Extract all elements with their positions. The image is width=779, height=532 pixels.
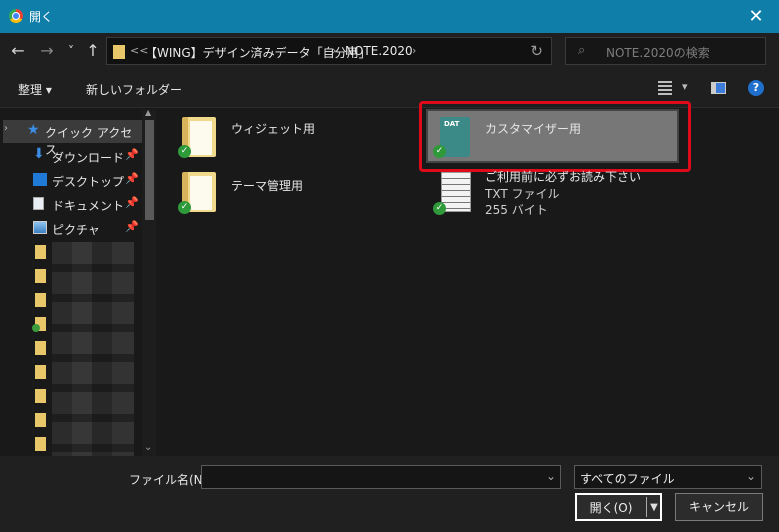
file-type: TXT ファイル [485, 187, 560, 201]
sidebar-item-downloads[interactable]: ⬇ ダウンロード 📌 [0, 145, 150, 167]
title-bar: 開く ✕ [0, 0, 779, 33]
close-button[interactable]: ✕ [733, 0, 779, 33]
view-options-icon[interactable] [658, 81, 672, 95]
chevron-right-icon[interactable]: › [412, 44, 416, 57]
picture-icon [33, 221, 47, 234]
sidebar-item-desktop[interactable]: デスクトップ 📌 [0, 169, 150, 191]
cancel-button[interactable]: キャンセル [675, 493, 763, 521]
history-dropdown[interactable]: ˅ [62, 41, 80, 61]
sync-check-icon: ✓ [178, 145, 191, 158]
desktop-icon [33, 173, 47, 186]
chevron-down-icon[interactable]: ⌄ [546, 469, 556, 483]
organize-menu[interactable]: 整理 ▾ [18, 81, 52, 98]
folder-icon[interactable] [35, 413, 46, 427]
pin-icon: 📌 [125, 196, 139, 209]
sync-check-icon [32, 324, 40, 332]
sidebar-item-label: デスクトップ [52, 175, 125, 189]
folder-icon[interactable] [35, 437, 46, 451]
sidebar-scrollbar[interactable]: ▲ ⌄ [142, 108, 156, 456]
document-icon [33, 197, 44, 210]
folder-icon[interactable] [35, 365, 46, 379]
breadcrumb-parent[interactable]: 【WING】デザイン済みデータ「自分用」 [145, 44, 371, 61]
refresh-icon[interactable]: ↻ [530, 42, 543, 60]
folder-icon[interactable] [35, 293, 46, 307]
pin-icon: 📌 [125, 148, 139, 161]
chrome-icon [9, 9, 23, 23]
pixelated-overlay [52, 242, 134, 460]
chevron-right-icon[interactable]: › [4, 123, 8, 134]
organize-label: 整理 [18, 83, 43, 97]
file-type-select[interactable]: すべてのファイル ⌄ [574, 465, 762, 489]
file-name: テーマ管理用 [231, 179, 304, 193]
file-name: ウィジェット用 [231, 122, 316, 136]
scrollbar-thumb[interactable] [145, 120, 154, 220]
pin-icon: 📌 [125, 220, 139, 233]
forward-button[interactable]: → [38, 41, 56, 61]
help-icon[interactable]: ? [748, 80, 764, 96]
search-icon: ⌕ [578, 43, 586, 58]
navigation-bar: ← → ˅ ↑ << 【WING】デザイン済みデータ「自分用」 › NOTE.2… [0, 33, 779, 70]
folder-icon [113, 45, 125, 59]
sidebar-item-label: ダウンロード [52, 151, 125, 165]
highlight-box [419, 101, 691, 172]
filename-field[interactable]: ⌄ [201, 465, 561, 489]
star-icon: ★ [27, 122, 40, 138]
scroll-up-icon[interactable]: ▲ [145, 108, 151, 117]
window-title: 開く [29, 10, 54, 24]
folder-icon[interactable] [35, 389, 46, 403]
open-label: 開く(O) [589, 501, 633, 515]
sidebar-item-label: ドキュメント [52, 199, 125, 213]
sidebar-item-label: ピクチャ [52, 223, 100, 237]
new-folder-button[interactable]: 新しいフォルダー [86, 81, 182, 98]
folder-icon[interactable] [35, 341, 46, 355]
search-box[interactable]: ⌕ NOTE.2020の検索 [565, 37, 766, 65]
sync-check-icon: ✓ [433, 202, 446, 215]
file-size: 255 バイト [485, 203, 548, 217]
filename-label: ファイル名(N): [129, 473, 212, 487]
chevron-down-icon[interactable]: ⌄ [746, 469, 756, 483]
dialog-footer: ファイル名(N): ⌄ すべてのファイル ⌄ 開く(O) ▼ キャンセル [0, 456, 779, 532]
address-bar[interactable]: << 【WING】デザイン済みデータ「自分用」 › NOTE.2020 › ⌄ … [106, 37, 616, 65]
back-button[interactable]: ← [9, 41, 27, 61]
folder-icon[interactable] [35, 245, 46, 259]
split-divider [646, 497, 647, 517]
sync-check-icon: ✓ [178, 201, 191, 214]
folder-icon[interactable] [35, 269, 46, 283]
chevron-down-icon[interactable]: ▾ [682, 80, 688, 93]
sidebar-item-quick-access[interactable]: › ★ クイック アクセス [3, 120, 143, 157]
pin-icon: 📌 [125, 172, 139, 185]
scroll-down-icon[interactable]: ⌄ [144, 442, 152, 453]
open-options-dropdown[interactable]: ▼ [648, 495, 660, 521]
search-input[interactable]: NOTE.2020の検索 [606, 44, 710, 61]
file-name: ご利用前に必ずお読み下さい [485, 170, 642, 184]
file-type-value: すべてのファイル [580, 472, 675, 486]
breadcrumb-current[interactable]: NOTE.2020 [345, 44, 413, 58]
sidebar-item-pictures[interactable]: ピクチャ 📌 [0, 217, 150, 239]
chevron-right-icon[interactable]: › [332, 44, 336, 57]
preview-pane-icon[interactable] [711, 82, 726, 94]
up-button[interactable]: ↑ [84, 41, 102, 61]
navigation-pane: › ★ クイック アクセス ⬇ ダウンロード 📌 デスクトップ 📌 ドキュメント… [0, 108, 158, 460]
download-icon: ⬇ [33, 146, 45, 162]
sidebar-item-documents[interactable]: ドキュメント 📌 [0, 193, 150, 215]
open-button[interactable]: 開く(O) ▼ [575, 493, 662, 521]
